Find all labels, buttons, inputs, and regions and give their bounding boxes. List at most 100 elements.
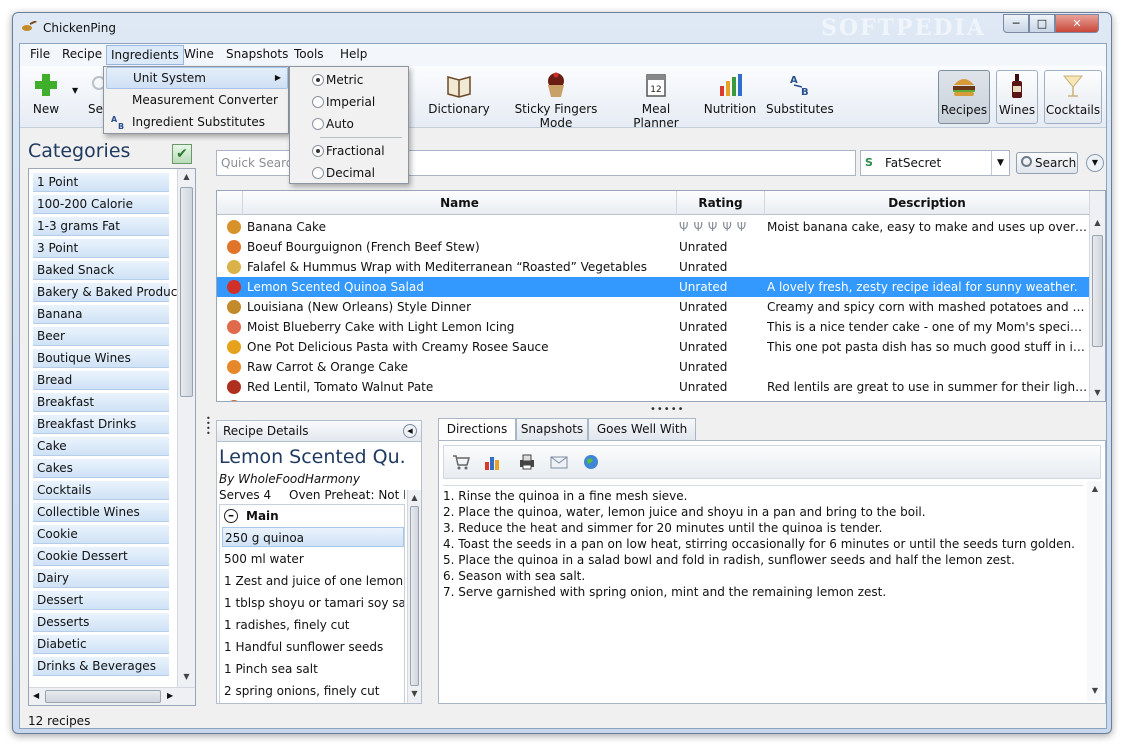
substitutes-button[interactable]: AB Substitutes xyxy=(766,70,834,124)
table-row[interactable]: One Pot Delicious Pasta with Creamy Rose… xyxy=(217,337,1089,357)
scroll-left-icon[interactable]: ◀ xyxy=(33,691,39,700)
table-row[interactable]: Banana Cake ΨΨΨΨΨ Moist banana cake, easy … xyxy=(217,217,1089,237)
categories-hscrollbar[interactable]: ◀ ▶ xyxy=(29,687,195,705)
details-scroll-up-icon[interactable]: ▲ xyxy=(408,490,421,506)
category-item[interactable]: 1 Point xyxy=(33,173,169,192)
ingredient-item[interactable]: 1 radishes, finely cut xyxy=(222,615,404,635)
vertical-splitter[interactable]: • • • • xyxy=(206,415,211,438)
menu-ingredients[interactable]: Ingredients xyxy=(106,45,184,65)
search-source-select[interactable]: S FatSecret ▼ xyxy=(860,150,1010,176)
unit-option-fractional[interactable]: Fractional xyxy=(292,140,406,162)
table-row[interactable]: Raw Carrot & Orange Cake Unrated xyxy=(217,357,1089,377)
collapse-left-icon[interactable]: ◀ xyxy=(403,424,417,438)
category-item[interactable]: Drinks & Beverages xyxy=(33,657,169,676)
new-dropdown-icon[interactable]: ▼ xyxy=(72,86,78,95)
category-item[interactable]: Cookie xyxy=(33,525,169,544)
radio-imperial[interactable] xyxy=(312,96,324,108)
ingredient-group[interactable]: – Main xyxy=(224,509,279,523)
category-item[interactable]: Dessert xyxy=(33,591,169,610)
table-scroll-up-icon[interactable]: ▲ xyxy=(1090,215,1105,231)
email-icon[interactable] xyxy=(550,454,568,470)
ingredient-item[interactable]: 1 Zest and juice of one lemon xyxy=(222,571,404,591)
unit-option-metric[interactable]: Metric xyxy=(292,69,406,91)
radio-decimal[interactable] xyxy=(312,167,324,179)
menu-tools[interactable]: Tools xyxy=(290,47,328,61)
table-row[interactable]: Lemon Scented Quinoa Salad Unrated A lovel… xyxy=(217,277,1089,297)
category-item[interactable]: Dairy xyxy=(33,569,169,588)
details-scroll-thumb[interactable] xyxy=(410,506,419,686)
menu-file[interactable]: File xyxy=(26,47,54,61)
menu-wine[interactable]: Wine xyxy=(180,47,218,61)
meal-planner-button[interactable]: 12 Meal Planner xyxy=(618,70,694,130)
scroll-right-icon[interactable]: ▶ xyxy=(167,691,173,700)
table-scroll-thumb[interactable] xyxy=(1092,235,1103,347)
directions-scroll-down-icon[interactable]: ▼ xyxy=(1087,683,1103,699)
menu-help[interactable]: Help xyxy=(336,47,371,61)
category-item[interactable]: Cakes xyxy=(33,459,169,478)
hscroll-thumb[interactable] xyxy=(45,690,161,703)
menu-item-unit-system[interactable]: Unit System ▶ xyxy=(106,67,288,89)
unit-option-imperial[interactable]: Imperial xyxy=(292,91,406,113)
print-icon[interactable] xyxy=(518,454,536,470)
category-item[interactable]: Desserts xyxy=(33,613,169,632)
column-header-rating[interactable]: Rating xyxy=(677,191,765,215)
table-row[interactable]: Red Lentil, Tomato Walnut Pate Unrated Red… xyxy=(217,377,1089,397)
table-row[interactable]: Louisiana (New Orleans) Style Dinner Unra… xyxy=(217,297,1089,317)
sticky-fingers-button[interactable]: Sticky Fingers Mode xyxy=(498,70,614,130)
menu-item-measurement-converter[interactable]: Measurement Converter xyxy=(106,89,288,111)
shopping-cart-icon[interactable] xyxy=(452,454,470,470)
category-item[interactable]: Breakfast xyxy=(33,393,169,412)
category-item[interactable]: Boutique Wines xyxy=(33,349,169,368)
directions-scrollbar[interactable]: ▲ ▼ xyxy=(1087,481,1103,701)
collapse-minus-icon[interactable]: – xyxy=(224,509,238,523)
unit-option-decimal[interactable]: Decimal xyxy=(292,162,406,184)
table-row[interactable]: Boeuf Bourguignon (French Beef Stew) Unra… xyxy=(217,237,1089,257)
categories-scrollbar[interactable]: ▲ ▼ xyxy=(177,169,195,687)
ingredient-item[interactable]: 1 Pinch sea salt xyxy=(222,659,404,679)
table-scrollbar[interactable]: ▲ ▼ xyxy=(1089,191,1105,401)
maximize-button[interactable]: □ xyxy=(1029,14,1055,33)
new-button[interactable]: New xyxy=(24,70,68,124)
category-item[interactable]: 100-200 Calorie xyxy=(33,195,169,214)
menu-item-ingredient-substitutes[interactable]: AB Ingredient Substitutes xyxy=(106,111,288,133)
category-item[interactable]: 1-3 grams Fat xyxy=(33,217,169,236)
tab-directions[interactable]: Directions xyxy=(438,418,516,441)
recipes-toggle[interactable]: Recipes xyxy=(938,70,990,124)
ingredient-item[interactable]: 1 Handful sunflower seeds xyxy=(222,637,404,657)
category-item[interactable]: Beer xyxy=(33,327,169,346)
wines-toggle[interactable]: Wines xyxy=(996,70,1038,124)
scroll-thumb[interactable] xyxy=(180,187,193,397)
category-item[interactable]: Cookie Dessert xyxy=(33,547,169,566)
details-scroll-down-icon[interactable]: ▼ xyxy=(408,686,421,702)
ingredient-item[interactable]: 500 ml water xyxy=(222,549,404,569)
table-row[interactable]: Falafel & Hummus Wrap with Mediterranean… xyxy=(217,257,1089,277)
ingredient-item[interactable]: 1 tblsp shoyu or tamari soy sauce xyxy=(222,593,404,613)
category-item[interactable]: Breakfast Drinks xyxy=(33,415,169,434)
web-globe-icon[interactable] xyxy=(582,454,600,470)
category-item[interactable]: Banana xyxy=(33,305,169,324)
menu-snapshots[interactable]: Snapshots xyxy=(222,47,292,61)
category-item[interactable]: Bread xyxy=(33,371,169,390)
close-button[interactable]: ✕ xyxy=(1055,14,1099,33)
cocktails-toggle[interactable]: Cocktails xyxy=(1044,70,1102,124)
ingredient-item[interactable]: 2 spring onions, finely cut xyxy=(222,681,404,701)
directions-scroll-up-icon[interactable]: ▲ xyxy=(1087,481,1103,497)
menu-recipe[interactable]: Recipe xyxy=(58,47,106,61)
category-item[interactable]: Collectible Wines xyxy=(33,503,169,522)
tab-goes-well-with[interactable]: Goes Well With xyxy=(588,418,696,440)
minimize-button[interactable]: ─ xyxy=(1003,14,1029,33)
category-item[interactable]: Baked Snack xyxy=(33,261,169,280)
category-item[interactable]: Diabetic xyxy=(33,635,169,654)
column-header-name[interactable]: Name xyxy=(243,191,677,215)
table-row[interactable]: Roasted Carrot, Shallots and Garlic Soup… xyxy=(217,397,1089,401)
details-scrollbar[interactable]: ▲ ▼ xyxy=(407,490,421,703)
table-scroll-down-icon[interactable]: ▼ xyxy=(1090,385,1105,401)
nutrition-button[interactable]: Nutrition xyxy=(702,70,758,124)
unit-option-auto[interactable]: Auto xyxy=(292,113,406,135)
radio-metric[interactable] xyxy=(312,74,324,86)
chevron-down-icon[interactable]: ▼ xyxy=(991,151,1009,175)
table-row[interactable]: Moist Blueberry Cake with Light Lemon Ic… xyxy=(217,317,1089,337)
nutrition-chart-icon[interactable] xyxy=(484,454,502,470)
radio-fractional[interactable] xyxy=(312,145,324,157)
scroll-up-icon[interactable]: ▲ xyxy=(178,169,195,185)
